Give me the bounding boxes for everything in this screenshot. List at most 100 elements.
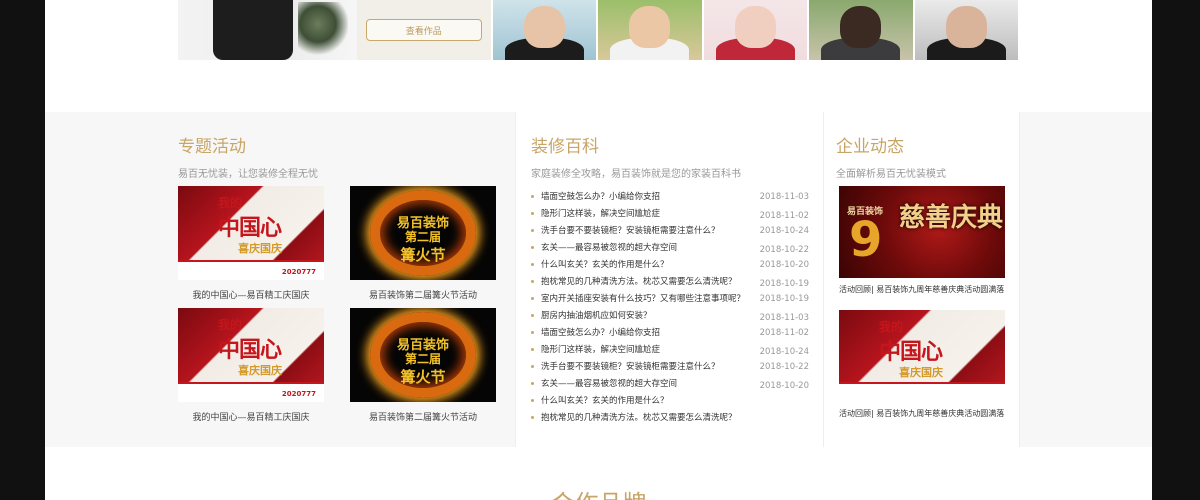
wiki-list-item[interactable]: 什么叫玄关？玄关的作用是什么？ xyxy=(531,393,809,410)
poster-text: 我的 xyxy=(879,320,904,334)
poster-footer xyxy=(839,382,1005,402)
designer-photo[interactable] xyxy=(914,0,1018,60)
wiki-item-title[interactable]: 墙面空鼓怎么办？小编给你支招 xyxy=(541,326,660,338)
activity-image[interactable]: 易百装饰 第二届 篝火节 xyxy=(350,308,496,402)
poster-text: 第二届 xyxy=(404,230,441,244)
news-image[interactable]: 我的 中国心 喜庆国庆 xyxy=(839,310,1005,402)
wiki-list-item[interactable]: 室内开关插座安装有什么技巧？又有哪些注意事项呢？ 2018-10-19 xyxy=(531,291,809,308)
wiki-list-item[interactable]: 厨房内抽油烟机应如何安装？ 2018-11-03 xyxy=(531,308,809,325)
wiki-item-title[interactable]: 什么叫玄关？玄关的作用是什么？ xyxy=(541,258,669,270)
news-title[interactable]: 企业动态 xyxy=(836,132,946,157)
bullet-icon xyxy=(531,399,534,402)
activity-image[interactable]: 我的 中国心 喜庆国庆 2020777 xyxy=(178,308,324,402)
wiki-list: 墙面空鼓怎么办？小编给你支招 2018-11-03 隐形门这样装，解决空间尴尬症 20… xyxy=(531,189,809,427)
bullet-icon xyxy=(531,246,534,249)
bullet-icon xyxy=(531,331,534,334)
wiki-list-item[interactable]: 洗手台要不要装镜柜？安装镜柜需要注意什么？ 2018-10-24 xyxy=(531,223,809,240)
activity-card[interactable]: 我的 中国心 喜庆国庆 2020777 我的中国心—易百精工庆国庆 xyxy=(178,186,324,301)
bullet-icon xyxy=(531,365,534,368)
wiki-list-item[interactable]: 洗手台要不要装镜柜？安装镜柜需要注意什么？ 2018-10-22 xyxy=(531,359,809,376)
activity-card[interactable]: 易百装饰 第二届 篝火节 易百装饰第二届篝火节活动 xyxy=(350,186,496,301)
news-card[interactable]: 我的 中国心 喜庆国庆 活动回顾| 易百装饰九周年慈善庆典活动圆满落 xyxy=(839,310,1005,419)
wiki-title[interactable]: 装修百科 xyxy=(531,132,741,157)
wiki-item-date: 2018-10-20 xyxy=(759,381,809,391)
poster-text: 中国心 xyxy=(218,338,282,363)
wiki-section-header: 装修百科 家庭装修全攻略，易百装饰就是您的家装百科书 xyxy=(531,132,741,180)
wiki-list-item[interactable]: 玄关——最容易被忽视的超大存空间 2018-10-22 xyxy=(531,240,809,257)
poster-text: 中国心 xyxy=(879,340,943,365)
wiki-item-title[interactable]: 抱枕常见的几种清洗方法。枕芯又需要怎么清洗呢？ xyxy=(541,275,737,287)
wiki-list-item[interactable]: 玄关——最容易被忽视的超大存空间 2018-10-20 xyxy=(531,376,809,393)
activity-card[interactable]: 易百装饰 第二届 篝火节 易百装饰第二届篝火节活动 xyxy=(350,308,496,423)
activity-image[interactable]: 我的 中国心 喜庆国庆 2020777 xyxy=(178,186,324,280)
wiki-item-title[interactable]: 室内开关插座安装有什么技巧？又有哪些注意事项呢？ xyxy=(541,292,745,304)
activity-card[interactable]: 我的 中国心 喜庆国庆 2020777 我的中国心—易百精工庆国庆 xyxy=(178,308,324,423)
designer-photo[interactable] xyxy=(492,0,596,60)
poster-phone: 2020777 xyxy=(281,390,316,398)
activity-caption[interactable]: 我的中国心—易百精工庆国庆 xyxy=(178,410,324,423)
wiki-item-title[interactable]: 什么叫玄关？玄关的作用是什么？ xyxy=(541,394,669,406)
poster-text: 我的 xyxy=(218,318,243,332)
wiki-item-title[interactable]: 抱枕常见的几种清洗方法。枕芯又需要怎么清洗呢？ xyxy=(541,411,737,423)
partners-title: 合作品牌 xyxy=(45,484,1152,500)
designer-photo[interactable] xyxy=(178,0,358,60)
activity-title[interactable]: 专题活动 xyxy=(178,132,508,157)
wiki-list-item[interactable]: 隐形门这样装，解决空间尴尬症 2018-10-24 xyxy=(531,342,809,359)
page: 查看作品 专题活动 易百无忧装，让您装修全程无忧 我的 中国心 喜庆国庆 202… xyxy=(45,0,1152,500)
designer-strip: 查看作品 xyxy=(178,0,1018,60)
wiki-item-date: 2018-10-22 xyxy=(759,362,809,372)
wiki-list-item[interactable]: 墙面空鼓怎么办？小编给你支招 2018-11-03 xyxy=(531,189,809,206)
activity-image[interactable]: 易百装饰 第二届 篝火节 xyxy=(350,186,496,280)
view-works-button[interactable]: 查看作品 xyxy=(365,19,482,41)
wiki-item-title[interactable]: 厨房内抽油烟机应如何安装？ xyxy=(541,309,652,321)
activity-caption[interactable]: 易百装饰第二届篝火节活动 xyxy=(350,410,496,423)
wiki-item-title[interactable]: 洗手台要不要装镜柜？安装镜柜需要注意什么？ xyxy=(541,360,720,372)
bullet-icon xyxy=(531,263,534,266)
wiki-item-date: 2018-11-02 xyxy=(759,328,809,338)
wiki-item-date: 2018-10-20 xyxy=(759,260,809,270)
wiki-item-date: 2018-10-24 xyxy=(759,226,809,236)
poster-text: 第二届 xyxy=(404,352,441,366)
wiki-section: 装修百科 家庭装修全攻略，易百装饰就是您的家装百科书 墙面空鼓怎么办？小编给你支… xyxy=(515,112,824,447)
wiki-list-item[interactable]: 什么叫玄关？玄关的作用是什么？ 2018-10-20 xyxy=(531,257,809,274)
bullet-icon xyxy=(531,280,534,283)
designer-figure xyxy=(213,0,293,60)
wiki-item-title[interactable]: 墙面空鼓怎么办？小编给你支招 xyxy=(541,190,660,202)
designer-card-actions: 查看作品 xyxy=(357,0,491,60)
bullet-icon xyxy=(531,348,534,351)
poster-text: 篝火节 xyxy=(400,368,446,386)
wiki-item-date: 2018-11-03 xyxy=(759,313,809,323)
wiki-list-item[interactable]: 墙面空鼓怎么办？小编给你支招 2018-11-02 xyxy=(531,325,809,342)
wiki-list-item[interactable]: 抱枕常见的几种清洗方法。枕芯又需要怎么清洗呢？ 2018-10-19 xyxy=(531,274,809,291)
poster-text: 慈善庆典 xyxy=(899,203,1004,233)
content-band: 专题活动 易百无忧装，让您装修全程无忧 我的 中国心 喜庆国庆 2020777 … xyxy=(45,112,1152,447)
activity-caption[interactable]: 我的中国心—易百精工庆国庆 xyxy=(178,288,324,301)
bullet-icon xyxy=(531,314,534,317)
wiki-item-date: 2018-10-24 xyxy=(759,347,809,357)
wiki-list-item[interactable]: 隐形门这样装，解决空间尴尬症 2018-11-02 xyxy=(531,206,809,223)
bullet-icon xyxy=(531,382,534,385)
wiki-item-date: 2018-11-03 xyxy=(759,192,809,202)
poster-text: 喜庆国庆 xyxy=(899,366,943,379)
wiki-list-item[interactable]: 抱枕常见的几种清洗方法。枕芯又需要怎么清洗呢？ xyxy=(531,410,809,427)
designer-photo[interactable] xyxy=(809,0,913,60)
wiki-item-date: 2018-10-19 xyxy=(759,279,809,289)
news-image[interactable]: 易百装饰 9 慈善庆典 xyxy=(839,186,1005,278)
news-card[interactable]: 易百装饰 9 慈善庆典 活动回顾| 易百装饰九周年慈善庆典活动圆满落 xyxy=(839,186,1005,295)
designer-photo[interactable] xyxy=(598,0,702,60)
wiki-item-title[interactable]: 隐形门这样装，解决空间尴尬症 xyxy=(541,343,660,355)
wiki-item-title[interactable]: 玄关——最容易被忽视的超大存空间 xyxy=(541,241,677,253)
wiki-item-title[interactable]: 玄关——最容易被忽视的超大存空间 xyxy=(541,377,677,389)
wiki-item-date: 2018-10-19 xyxy=(759,294,809,304)
bullet-icon xyxy=(531,229,534,232)
wiki-item-title[interactable]: 洗手台要不要装镜柜？安装镜柜需要注意什么？ xyxy=(541,224,720,236)
wiki-item-title[interactable]: 隐形门这样装，解决空间尴尬症 xyxy=(541,207,660,219)
bullet-icon xyxy=(531,297,534,300)
news-caption[interactable]: 活动回顾| 易百装饰九周年慈善庆典活动圆满落 xyxy=(839,284,1005,295)
poster-text: 中国心 xyxy=(218,216,282,241)
activity-caption[interactable]: 易百装饰第二届篝火节活动 xyxy=(350,288,496,301)
poster-text: 喜庆国庆 xyxy=(238,364,282,377)
news-caption[interactable]: 活动回顾| 易百装饰九周年慈善庆典活动圆满落 xyxy=(839,408,1005,419)
poster-text: 篝火节 xyxy=(400,246,446,264)
designer-photo[interactable] xyxy=(703,0,807,60)
